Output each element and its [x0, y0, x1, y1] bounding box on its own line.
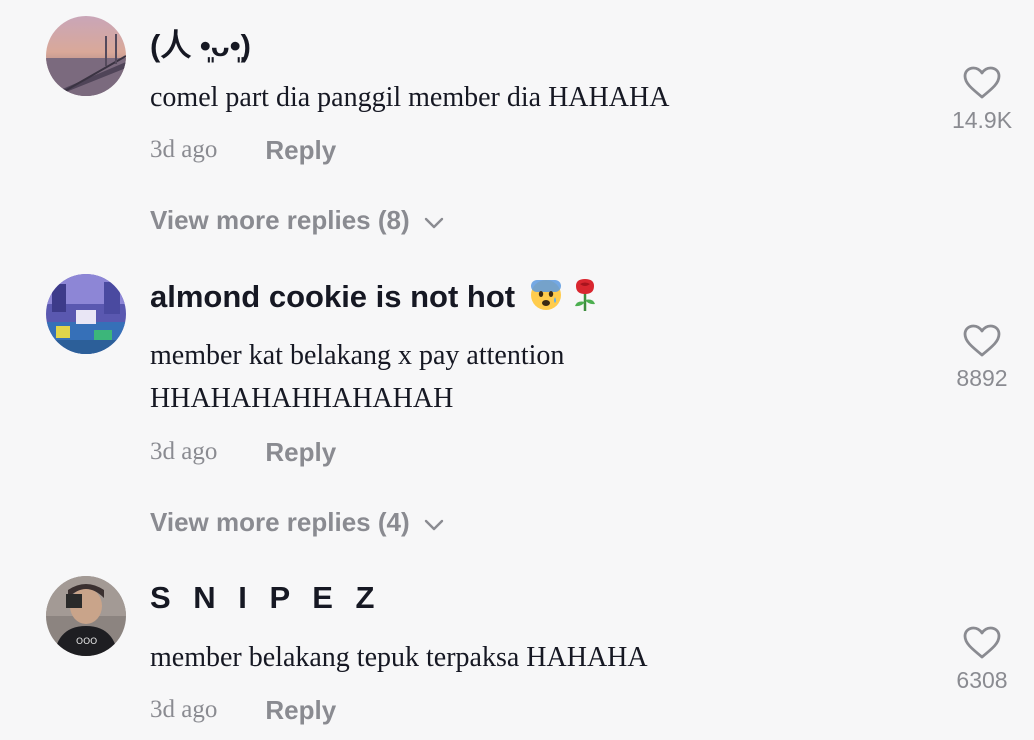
- svg-text:OOO: OOO: [76, 637, 97, 647]
- comment-text: member kat belakang x pay attention HHAH…: [150, 340, 565, 414]
- comment-text: comel part dia panggil member dia HAHAHA: [150, 82, 670, 113]
- view-more-replies-button[interactable]: View more replies (4): [150, 507, 444, 538]
- rose-icon: [570, 278, 600, 320]
- comment-meta: 3d ago Reply: [150, 130, 336, 170]
- heart-icon[interactable]: [963, 66, 1001, 105]
- view-more-replies-label: View more replies (4): [150, 507, 410, 537]
- comment-username[interactable]: almond cookie is not hot: [150, 278, 600, 320]
- reply-button[interactable]: Reply: [265, 437, 336, 468]
- avatar[interactable]: [46, 274, 126, 354]
- anxious-face-icon: [530, 279, 562, 319]
- reply-button[interactable]: Reply: [265, 135, 336, 166]
- like-count: 8892: [956, 365, 1008, 391]
- avatar[interactable]: [46, 16, 126, 96]
- chevron-down-icon: [424, 507, 444, 538]
- comment-meta: 3d ago Reply: [150, 432, 336, 472]
- like-count: 14.9K: [951, 107, 1013, 133]
- comment-username[interactable]: S N I P E Z: [150, 580, 381, 616]
- avatar-arcade-room-icon: [46, 274, 126, 354]
- comment-timestamp: 3d ago: [150, 136, 218, 163]
- comment-username[interactable]: (人 •͈ᴗ•͈): [150, 20, 251, 65]
- like-group: 6308: [930, 626, 1034, 694]
- like-group: 8892: [930, 324, 1034, 392]
- username-text: almond cookie is not hot: [150, 279, 516, 315]
- avatar[interactable]: OOO: [46, 576, 126, 656]
- chevron-down-icon: [424, 205, 444, 236]
- comments-panel: (人 •͈ᴗ•͈) comel part dia panggil member …: [0, 0, 1034, 740]
- comment-timestamp: 3d ago: [150, 438, 218, 465]
- heart-icon[interactable]: [963, 324, 1001, 363]
- view-more-replies-button[interactable]: View more replies (8): [150, 205, 444, 236]
- view-more-replies-label: View more replies (8): [150, 205, 410, 235]
- like-group: 14.9K: [930, 66, 1034, 134]
- comment-text: member belakang tepuk terpaksa HAHAHA: [150, 642, 648, 673]
- avatar-bridge-sunset-icon: [46, 16, 126, 96]
- like-count: 6308: [956, 667, 1008, 693]
- heart-icon[interactable]: [963, 626, 1001, 665]
- reply-button[interactable]: Reply: [265, 695, 336, 726]
- comment-timestamp: 3d ago: [150, 696, 218, 723]
- avatar-person-photo-icon: OOO: [46, 576, 126, 656]
- comment-meta: 3d ago Reply: [150, 690, 336, 730]
